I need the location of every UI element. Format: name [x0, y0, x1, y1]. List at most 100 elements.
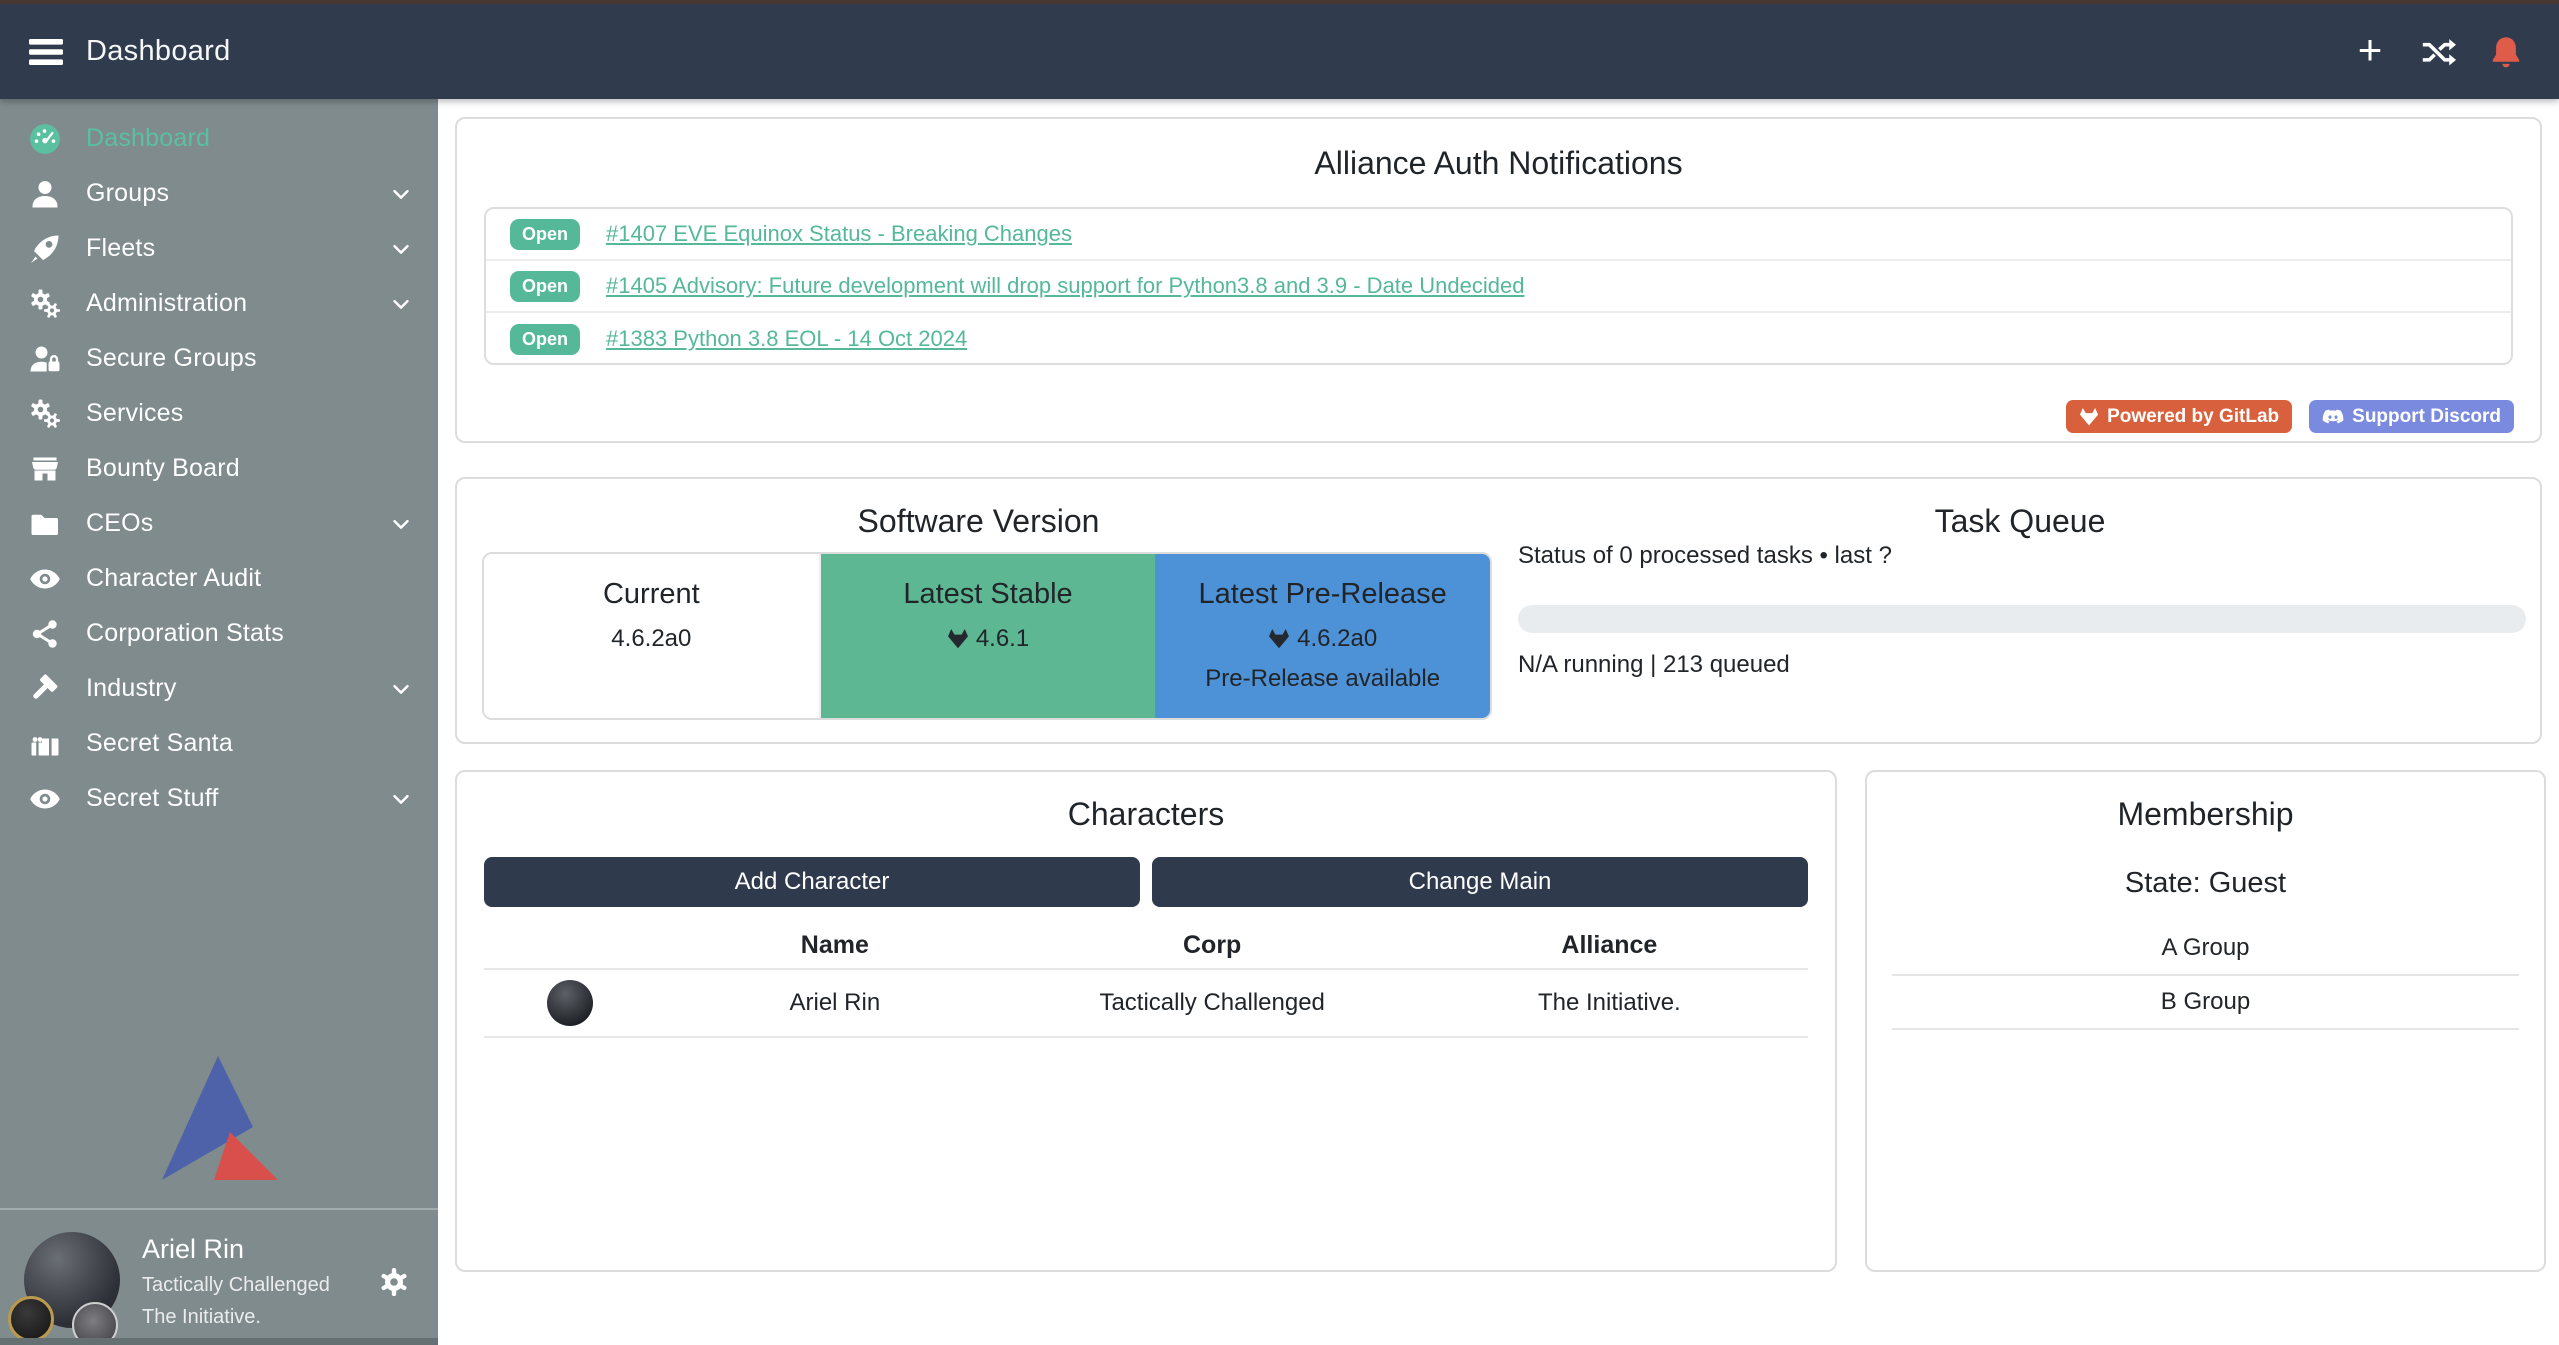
rocket-icon: [28, 232, 62, 266]
version-prerelease-value: 4.6.2a0: [1297, 625, 1377, 653]
membership-title: Membership: [1867, 796, 2544, 833]
sidebar-item-label: Secret Santa: [86, 729, 233, 758]
status-badge: Open: [510, 271, 580, 302]
chevron-down-icon: [388, 676, 414, 702]
sidebar-item-fleets[interactable]: Fleets: [0, 221, 438, 276]
gifts-icon: [28, 727, 62, 761]
sidebar-item-ceos[interactable]: CEOs: [0, 496, 438, 551]
sidebar-item-character-audit[interactable]: Character Audit: [0, 551, 438, 606]
sidebar-item-groups[interactable]: Groups: [0, 166, 438, 221]
add-character-button[interactable]: Add Character: [484, 857, 1140, 907]
sidebar-item-corporation-stats[interactable]: Corporation Stats: [0, 606, 438, 661]
sidebar-item-dashboard[interactable]: Dashboard: [0, 111, 438, 166]
eye-icon: [28, 562, 62, 596]
cell-character-name: Ariel Rin: [656, 989, 1013, 1017]
chevron-down-icon: [388, 786, 414, 812]
gitlab-tanuki-icon: [947, 628, 969, 650]
notifications-panel: Alliance Auth Notifications Open #1407 E…: [455, 117, 2542, 443]
status-badge: Open: [510, 324, 580, 355]
notification-item: Open #1407 EVE Equinox Status - Breaking…: [486, 209, 2511, 261]
sidebar-item-secret-stuff[interactable]: Secret Stuff: [0, 771, 438, 826]
version-boxes: Current 4.6.2a0 Latest Stable 4.6.1 Late…: [482, 552, 1492, 720]
sidebar-item-label: Secure Groups: [86, 344, 257, 373]
membership-panel: Membership State: Guest A Group B Group: [1865, 770, 2546, 1272]
sidebar-item-label: Industry: [86, 674, 177, 703]
chevron-down-icon: [388, 291, 414, 317]
sidebar-item-secret-santa[interactable]: Secret Santa: [0, 716, 438, 771]
user-corp: Tactically Challenged: [142, 1274, 330, 1297]
powered-by-gitlab-badge[interactable]: Powered by GitLab: [2066, 400, 2292, 433]
change-main-button[interactable]: Change Main: [1152, 857, 1808, 907]
gitlab-tanuki-icon: [2079, 407, 2099, 427]
sidebar: Dashboard Groups Fleets Administration S…: [0, 99, 438, 1345]
sidebar-item-label: Administration: [86, 289, 247, 318]
task-queue-progressbar: [1518, 605, 2526, 633]
characters-title: Characters: [457, 796, 1835, 833]
page-title: Dashboard: [86, 35, 231, 68]
sidebar-item-bounty-board[interactable]: Bounty Board: [0, 441, 438, 496]
task-queue-title: Task Queue: [1500, 503, 2540, 540]
character-portrait: [547, 980, 593, 1026]
membership-state: State: Guest: [1867, 867, 2544, 900]
version-prerelease-box: Latest Pre-Release 4.6.2a0 Pre-Release a…: [1155, 554, 1490, 718]
support-discord-badge[interactable]: Support Discord: [2309, 400, 2514, 433]
eye-icon: [28, 782, 62, 816]
version-stable-value: 4.6.1: [976, 625, 1029, 653]
group-list-item: B Group: [1892, 976, 2519, 1030]
share-icon: [28, 617, 62, 651]
chevron-down-icon: [388, 511, 414, 537]
top-navbar: Dashboard +: [0, 4, 2559, 99]
gitlab-tanuki-icon: [1268, 628, 1290, 650]
header-corp: Corp: [1014, 931, 1411, 960]
app-window: Dashboard +: [0, 0, 2559, 1345]
version-current-label: Current: [484, 578, 819, 611]
notification-item: Open #1383 Python 3.8 EOL - 14 Oct 2024: [486, 313, 2511, 365]
main-content: Alliance Auth Notifications Open #1407 E…: [438, 99, 2559, 1345]
user-lock-icon: [28, 342, 62, 376]
shuffle-icon[interactable]: [2417, 31, 2459, 73]
sidebar-nav: Dashboard Groups Fleets Administration S…: [0, 99, 438, 826]
alliance-auth-logo: [160, 1056, 278, 1184]
cell-character-alliance: The Initiative.: [1411, 989, 1808, 1017]
sidebar-item-label: Services: [86, 399, 183, 428]
notifications-bell-icon[interactable]: [2485, 31, 2527, 73]
sidebar-user-panel[interactable]: Ariel Rin Tactically Challenged The Init…: [0, 1208, 438, 1345]
sidebar-item-label: Character Audit: [86, 564, 261, 593]
discord-icon: [2322, 408, 2344, 425]
notification-link[interactable]: #1407 EVE Equinox Status - Breaking Chan…: [606, 221, 1072, 247]
menu-toggle-icon[interactable]: [24, 30, 68, 74]
user-alliance: The Initiative.: [142, 1306, 330, 1329]
status-badge: Open: [510, 219, 580, 250]
version-current-value: 4.6.2a0: [611, 625, 691, 653]
sidebar-item-services[interactable]: Services: [0, 386, 438, 441]
user-icon: [28, 177, 62, 211]
user-name: Ariel Rin: [142, 1234, 330, 1265]
sidebar-item-administration[interactable]: Administration: [0, 276, 438, 331]
system-panel: Software Version Task Queue Current 4.6.…: [455, 477, 2542, 744]
notifications-list: Open #1407 EVE Equinox Status - Breaking…: [484, 207, 2513, 365]
characters-table: Name Corp Alliance Ariel Rin Tactically …: [484, 922, 1808, 1038]
header-alliance: Alliance: [1411, 931, 1808, 960]
table-header-row: Name Corp Alliance: [484, 922, 1808, 968]
folder-icon: [28, 507, 62, 541]
sidebar-item-label: Dashboard: [86, 124, 210, 153]
sidebar-item-label: Groups: [86, 179, 169, 208]
user-settings-gear-icon[interactable]: [378, 1266, 410, 1298]
gauge-icon: [28, 122, 62, 156]
sidebar-item-label: Fleets: [86, 234, 155, 263]
notification-link[interactable]: #1383 Python 3.8 EOL - 14 Oct 2024: [606, 326, 967, 352]
notification-link[interactable]: #1405 Advisory: Future development will …: [606, 273, 1524, 299]
sidebar-item-secure-groups[interactable]: Secure Groups: [0, 331, 438, 386]
chevron-down-icon: [388, 236, 414, 262]
task-queue-counts: N/A running | 213 queued: [1518, 651, 1790, 679]
store-icon: [28, 452, 62, 486]
prerelease-note: Pre-Release available: [1155, 665, 1490, 693]
version-stable-label: Latest Stable: [821, 578, 1156, 611]
sidebar-item-industry[interactable]: Industry: [0, 661, 438, 716]
software-version-title: Software Version: [457, 503, 1500, 540]
group-list-item: A Group: [1892, 922, 2519, 976]
add-icon[interactable]: +: [2349, 31, 2391, 73]
table-row: Ariel Rin Tactically Challenged The Init…: [484, 968, 1808, 1038]
hammer-icon: [28, 672, 62, 706]
cogs-icon: [28, 287, 62, 321]
